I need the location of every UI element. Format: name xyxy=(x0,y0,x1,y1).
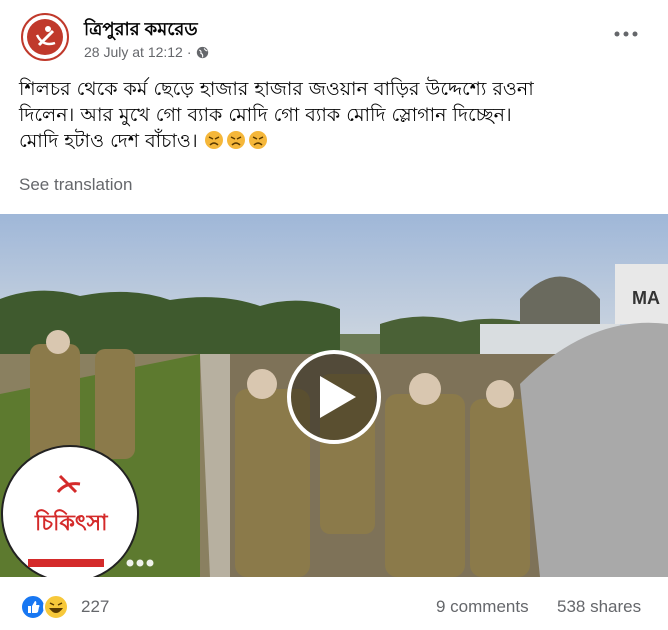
building-sign: MA xyxy=(632,288,660,308)
video-frame: MA চিকিৎসা xyxy=(0,214,668,577)
reaction-icons[interactable] xyxy=(20,592,76,622)
angry-emoji-group xyxy=(204,131,267,149)
post-text-line: দিলেন। আর মুখে গো ব্যাক মোদি গো ব্যাক মো… xyxy=(19,104,512,126)
hammer-sickle-icon xyxy=(35,26,56,47)
syringe xyxy=(28,559,104,567)
like-icon xyxy=(20,594,46,620)
post-card: ত্রিপুরার কমরেড 28 July at 12:12 · শিলচর… xyxy=(0,0,668,630)
post-header: ত্রিপুরার কমরেড 28 July at 12:12 · xyxy=(0,0,668,68)
globe-icon xyxy=(196,46,208,58)
post-text-line-3: মোদি হটাও দেশ বাঁচাও। xyxy=(19,130,198,152)
angry-face-emoji xyxy=(204,131,223,149)
page-avatar[interactable] xyxy=(21,13,69,61)
see-translation-link[interactable]: See translation xyxy=(19,175,132,195)
post-text-line: শিলচর থেকে কর্ম ছেড়ে হাজার হাজার জওয়ান… xyxy=(19,78,534,100)
haha-icon xyxy=(43,594,69,620)
post-text-line: মোদি হটাও দেশ বাঁচাও। xyxy=(19,128,649,154)
angry-face-emoji xyxy=(226,131,245,149)
meta-separator: · xyxy=(186,44,192,60)
watermark-text: চিকিৎসা xyxy=(34,509,109,536)
post-timestamp[interactable]: 28 July at 12:12 xyxy=(84,44,183,60)
more-icon xyxy=(614,31,638,37)
more-options-button[interactable] xyxy=(612,24,640,44)
comments-count[interactable]: 9 comments xyxy=(436,597,529,617)
post-text: শিলচর থেকে কর্ম ছেড়ে হাজার হাজার জওয়ান… xyxy=(19,76,649,154)
reaction-count[interactable]: 227 xyxy=(81,597,109,617)
carousel-dots xyxy=(126,559,154,567)
post-meta: 28 July at 12:12 · xyxy=(84,44,209,60)
post-footer: 227 9 comments 538 shares xyxy=(0,584,668,630)
angry-face-emoji xyxy=(248,131,267,149)
video-player[interactable]: MA চিকিৎসা xyxy=(0,214,668,577)
shares-count[interactable]: 538 shares xyxy=(557,597,641,617)
play-button[interactable] xyxy=(287,350,381,444)
page-name[interactable]: ত্রিপুরার কমরেড xyxy=(84,15,198,46)
